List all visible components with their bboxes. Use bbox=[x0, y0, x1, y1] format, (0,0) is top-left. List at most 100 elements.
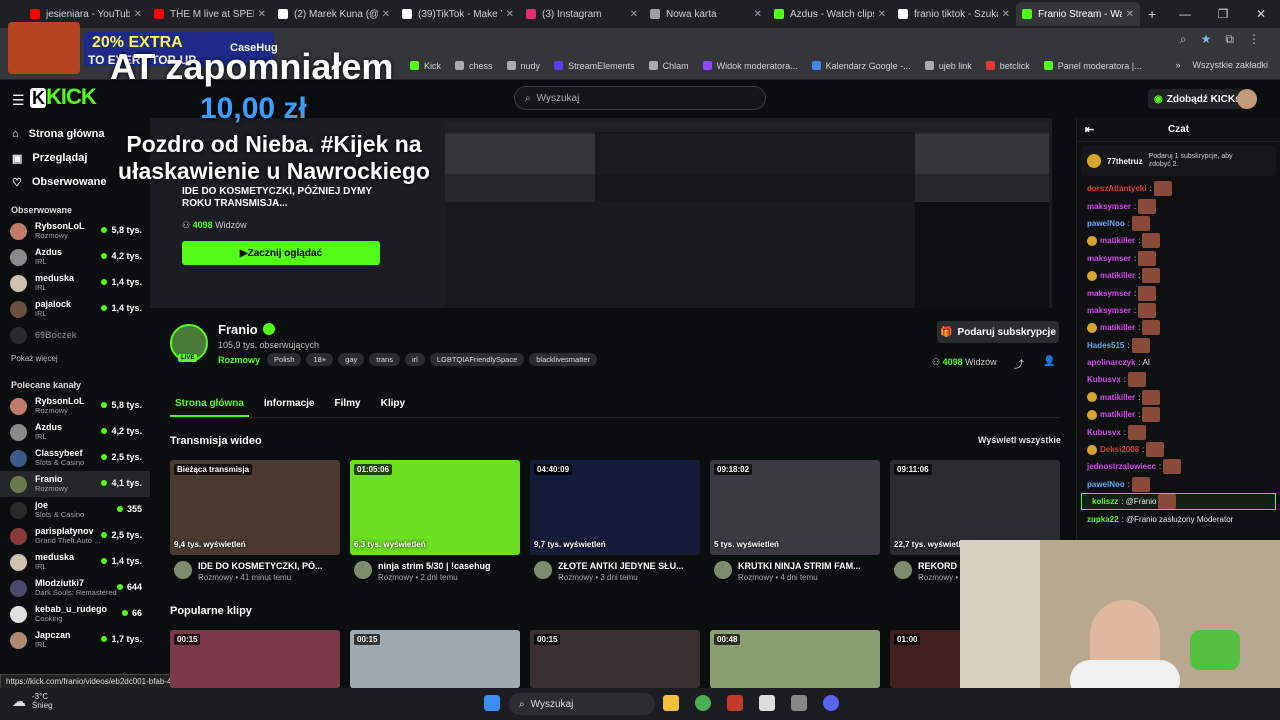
sidebar-channel[interactable]: Japczan IRL 1,7 tys. bbox=[0, 627, 150, 653]
minimize-icon[interactable]: — bbox=[1166, 0, 1204, 28]
chat-username[interactable]: maksymser bbox=[1087, 306, 1131, 315]
bookmark-item[interactable]: Widok moderatora... bbox=[702, 61, 798, 71]
close-icon[interactable]: ✕ bbox=[1242, 0, 1280, 28]
chat-username[interactable]: maksymser bbox=[1087, 202, 1131, 211]
chat-username[interactable]: dorszAtlantycki bbox=[1087, 184, 1147, 193]
browser-tab[interactable]: Azdus - Watch clips o ✕ bbox=[768, 2, 892, 26]
app-icon[interactable] bbox=[727, 695, 743, 711]
browser-tab[interactable]: (3) Instagram ✕ bbox=[520, 2, 644, 26]
chat-username[interactable]: matikiller bbox=[1100, 323, 1135, 332]
sidebar-channel[interactable]: Franio Rozmowy 4,1 tys. bbox=[0, 471, 150, 497]
sidebar-channel[interactable]: joe Slots & Casino 355 bbox=[0, 497, 150, 523]
all-bookmarks[interactable]: Wszystkie zakładki bbox=[1192, 60, 1268, 70]
bookmark-item[interactable]: betclick bbox=[985, 61, 1030, 71]
taskbar-search[interactable]: ⌕ Wyszukaj bbox=[509, 693, 655, 715]
tag-chip[interactable]: Polish bbox=[267, 353, 302, 366]
chat-username[interactable]: koliszz bbox=[1092, 497, 1118, 506]
new-tab-button[interactable]: + bbox=[1148, 6, 1156, 22]
video-title[interactable]: KRUTKI NINJA STRIM FAM... bbox=[738, 561, 878, 571]
bookmark-item[interactable]: nudy bbox=[506, 61, 540, 71]
sidebar-channel[interactable]: RybsonLoL Rozmowy 5,8 tys. bbox=[0, 393, 150, 419]
chat-username[interactable]: matikiller bbox=[1100, 271, 1135, 280]
chat-username[interactable]: pawelNoo bbox=[1087, 480, 1125, 489]
tab-close-icon[interactable]: ✕ bbox=[878, 9, 886, 20]
tab-klipy[interactable]: Klipy bbox=[376, 394, 410, 417]
video-title[interactable]: ZŁOTE ANTKI JEDYNE SŁU... bbox=[558, 561, 698, 571]
sidebar-channel[interactable]: meduska IRL 1,4 tys. bbox=[0, 549, 150, 575]
sidebar-channel[interactable]: Azdus IRL 4,2 tys. bbox=[0, 244, 150, 270]
sidebar-channel[interactable]: parisplatynov Grand Theft Auto ... 2,5 tys… bbox=[0, 523, 150, 549]
star-icon[interactable]: ★ bbox=[1201, 32, 1212, 47]
extension-icon[interactable]: ⧉ bbox=[1225, 32, 1234, 47]
bookmark-item[interactable]: StreamElements bbox=[554, 61, 635, 71]
sidebar-channel[interactable]: RybsonLoL Rozmowy 5,8 tys. bbox=[0, 218, 150, 244]
kicks-button[interactable]: ◉ Zdobądź KICKs bbox=[1148, 89, 1247, 109]
chat-username[interactable]: apolinarczyk bbox=[1087, 358, 1135, 367]
tab-strona-główna[interactable]: Strona główna bbox=[170, 394, 249, 417]
sidebar-channel[interactable]: meduska IRL 1,4 tys. bbox=[0, 270, 150, 296]
tab-close-icon[interactable]: ✕ bbox=[754, 9, 762, 20]
bookmark-item[interactable]: Chlam bbox=[648, 61, 689, 71]
show-more-link[interactable]: Pokaż więcej bbox=[0, 348, 150, 369]
tab-close-icon[interactable]: ✕ bbox=[1002, 9, 1010, 20]
sidebar-channel[interactable]: 69Boczek bbox=[0, 322, 150, 348]
kick-logo[interactable]: KKICK bbox=[30, 84, 97, 109]
sidebar-channel[interactable]: Mlodziutki7 Dark Souls: Remastered 644 bbox=[0, 575, 150, 601]
clip-card[interactable]: 00:15 bbox=[170, 630, 340, 688]
sidebar-channel[interactable]: pajalock IRL 1,4 tys. bbox=[0, 296, 150, 322]
bookmark-item[interactable]: chess bbox=[455, 61, 493, 71]
collapse-chat-icon[interactable]: ⇤ bbox=[1085, 123, 1094, 136]
menu-dots-icon[interactable]: ⋮ bbox=[1248, 32, 1260, 47]
video-card[interactable]: 09:18:02 5 tys. wyświetleń KRUTKI NINJA ST… bbox=[710, 460, 880, 582]
browser-tab[interactable]: Franio Stream - Watc ✕ bbox=[1016, 2, 1140, 26]
browser-tab[interactable]: franio tiktok - Szukaj ✕ bbox=[892, 2, 1016, 26]
search-input[interactable]: ⌕ Wyszukaj bbox=[514, 86, 766, 110]
bookmarks-more-icon[interactable]: » bbox=[1175, 60, 1180, 70]
chat-username[interactable]: Kubusvx bbox=[1087, 375, 1121, 384]
browser-tab[interactable]: (39)TikTok - Make Yo ✕ bbox=[396, 2, 520, 26]
video-thumbnail[interactable]: 01:05:06 6,3 tys. wyświetleń bbox=[350, 460, 520, 555]
chat-username[interactable]: zupka22 bbox=[1087, 515, 1119, 524]
sidebar-channel[interactable]: Classybeef Slots & Casino 2,5 tys. bbox=[0, 445, 150, 471]
tag-chip[interactable]: irl bbox=[404, 353, 425, 366]
tag-chip[interactable]: trans bbox=[369, 353, 400, 366]
discord-icon[interactable] bbox=[823, 695, 839, 711]
browser-tab[interactable]: (2) Marek Kuna (@M ✕ bbox=[272, 2, 396, 26]
channel-name[interactable]: Franio bbox=[218, 322, 275, 337]
bookmark-item[interactable]: Kalendarz Google -... bbox=[811, 61, 911, 71]
chat-username[interactable]: matikiller bbox=[1100, 410, 1135, 419]
chat-username[interactable]: matikiller bbox=[1100, 236, 1135, 245]
chat-username[interactable]: matikiller bbox=[1100, 393, 1135, 402]
weather-widget[interactable]: ☁ -3°C Śnieg bbox=[12, 692, 52, 710]
app-icon-2[interactable] bbox=[759, 695, 775, 711]
sidebar-channel[interactable]: kebab_u_rudego Cooking 66 bbox=[0, 601, 150, 627]
tag-chip[interactable]: 18+ bbox=[306, 353, 334, 366]
file-explorer-icon[interactable] bbox=[663, 695, 679, 711]
tag-chip[interactable]: LGBTQIAFriendlySpace bbox=[429, 353, 525, 366]
start-watching-button[interactable]: ▶ Zacznij oglądać bbox=[182, 241, 380, 265]
tag-chip[interactable]: blacklivesmatter bbox=[529, 353, 598, 366]
clip-card[interactable]: 00:15 bbox=[530, 630, 700, 688]
tag-chip[interactable]: gay bbox=[338, 353, 365, 366]
gift-subscription-button[interactable]: 🎁 Podaruj subskrypcje bbox=[937, 321, 1059, 343]
chat-username[interactable]: pawelNoo bbox=[1087, 219, 1125, 228]
tab-filmy[interactable]: Filmy bbox=[329, 394, 365, 417]
profile-icon[interactable]: 👤 bbox=[1043, 356, 1055, 367]
chat-username[interactable]: Deksi2008 bbox=[1100, 445, 1139, 454]
video-thumbnail[interactable]: 04:40:09 9,7 tys. wyświetleń bbox=[530, 460, 700, 555]
tab-informacje[interactable]: Informacje bbox=[259, 394, 320, 417]
chat-username[interactable]: jednostrzalowiecc bbox=[1087, 462, 1156, 471]
clip-card[interactable]: 00:48 bbox=[710, 630, 880, 688]
video-thumbnail[interactable]: 09:18:02 5 tys. wyświetleń bbox=[710, 460, 880, 555]
category-link[interactable]: Rozmowy bbox=[218, 355, 260, 365]
chat-username[interactable]: Kubusvx bbox=[1087, 428, 1121, 437]
see-all-link[interactable]: Wyświetl wszystkie bbox=[978, 435, 1061, 445]
clip-card[interactable]: 00:15 bbox=[350, 630, 520, 688]
bookmark-item[interactable]: ujeb link bbox=[924, 61, 972, 71]
app-icon-3[interactable] bbox=[791, 695, 807, 711]
sidebar-channel[interactable]: Azdus IRL 4,2 tys. bbox=[0, 419, 150, 445]
tab-close-icon[interactable]: ✕ bbox=[506, 9, 514, 20]
tab-close-icon[interactable]: ✕ bbox=[382, 9, 390, 20]
video-title[interactable]: IDE DO KOSMETYCZKI, PÓ... bbox=[198, 561, 338, 571]
tab-close-icon[interactable]: ✕ bbox=[630, 9, 638, 20]
